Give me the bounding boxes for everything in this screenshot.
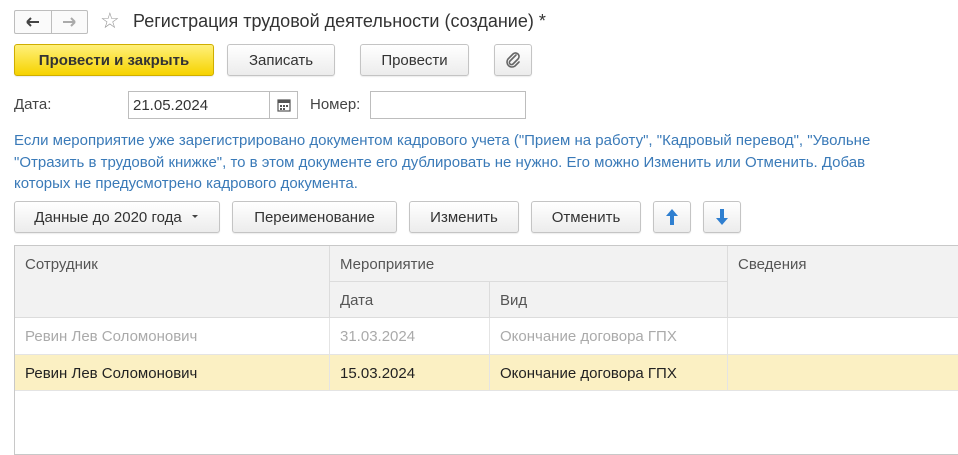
number-label: Номер: (310, 96, 361, 113)
back-button[interactable] (15, 11, 51, 33)
move-down-button[interactable] (703, 201, 741, 233)
cell-date: 15.03.2024 (330, 355, 490, 391)
attach-button[interactable] (494, 44, 532, 76)
hint-line-2: "Отразить в трудовой книжке", то в этом … (14, 153, 866, 171)
info-hint: Если мероприятие уже зарегистрировано до… (14, 130, 958, 195)
favorite-star-icon[interactable]: ☆ (100, 8, 120, 34)
column-header-details[interactable]: Сведения (728, 246, 958, 318)
cancel-button[interactable]: Отменить (531, 201, 641, 233)
column-header-date[interactable]: Дата (330, 282, 490, 318)
cell-type: Окончание договора ГПХ (490, 318, 728, 355)
hint-line-3: которых не предусмотрено кадрового докум… (14, 175, 358, 192)
number-field[interactable] (370, 91, 526, 119)
change-button[interactable]: Изменить (409, 201, 519, 233)
column-header-event: Мероприятие (330, 246, 728, 282)
arrow-up-icon (666, 209, 678, 225)
calendar-button[interactable] (270, 91, 298, 119)
paperclip-icon (506, 52, 520, 68)
column-header-type[interactable]: Вид (490, 282, 728, 318)
cell-date: 31.03.2024 (330, 318, 490, 355)
save-button[interactable]: Записать (227, 44, 335, 76)
cell-details (728, 355, 958, 391)
data-before-2020-dropdown[interactable]: Данные до 2020 года (14, 201, 220, 233)
window-title: Регистрация трудовой деятельности (созда… (133, 11, 546, 31)
calendar-icon (276, 99, 291, 112)
cell-employee: Ревин Лев Соломонович (15, 355, 330, 391)
activities-table: Сотрудник Мероприятие Дата Вид Сведения … (14, 245, 958, 455)
navigation-buttons (14, 10, 88, 34)
forward-button[interactable] (50, 11, 88, 33)
cell-employee: Ревин Лев Соломонович (15, 318, 330, 355)
hint-line-1: Если мероприятие уже зарегистрировано до… (14, 132, 871, 149)
post-and-close-button[interactable]: Провести и закрыть (14, 44, 214, 76)
arrow-down-icon (716, 209, 728, 225)
dropdown-arrow-icon (191, 215, 198, 218)
cell-details (728, 318, 958, 355)
column-header-employee[interactable]: Сотрудник (15, 246, 330, 318)
data-before-2020-label: Данные до 2020 года (34, 208, 182, 226)
rename-button[interactable]: Переименование (232, 201, 397, 233)
move-up-button[interactable] (653, 201, 691, 233)
date-field[interactable]: 21.05.2024 (128, 91, 270, 119)
arrow-right-icon (63, 17, 76, 27)
arrow-left-icon (26, 17, 39, 27)
post-button[interactable]: Провести (360, 44, 469, 76)
date-label: Дата: (14, 96, 52, 113)
cell-type: Окончание договора ГПХ (490, 355, 728, 391)
